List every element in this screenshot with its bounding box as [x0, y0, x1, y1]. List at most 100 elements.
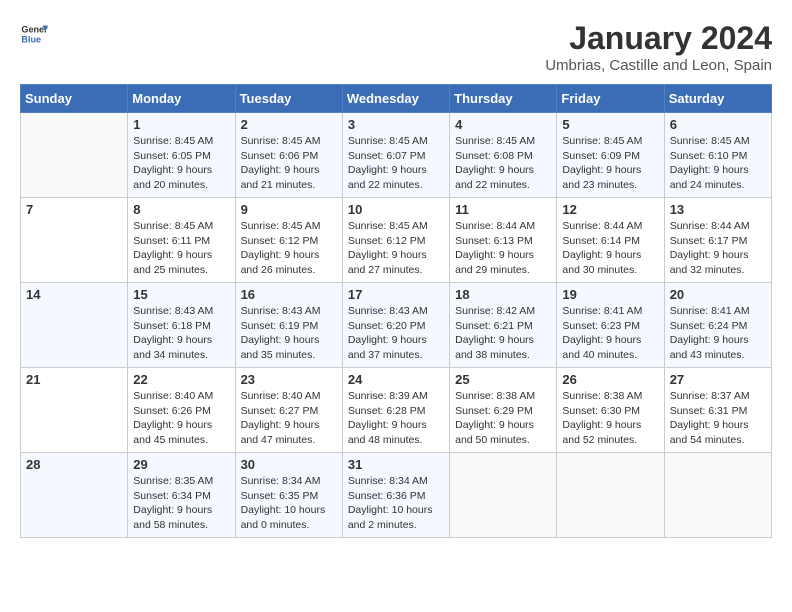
cell-content: Sunrise: 8:42 AM Sunset: 6:21 PM Dayligh… [455, 304, 551, 363]
cell-thu-week5 [450, 453, 557, 538]
col-monday: Monday [128, 85, 235, 113]
cell-fri-week5 [557, 453, 664, 538]
cell-wed-week4: 24 Sunrise: 8:39 AM Sunset: 6:28 PM Dayli… [342, 368, 449, 453]
calendar-week-2: 78 Sunrise: 8:45 AM Sunset: 6:11 PM Dayli… [21, 198, 772, 283]
cell-content: Sunrise: 8:45 AM Sunset: 6:08 PM Dayligh… [455, 134, 551, 193]
cell-mon-week5: 29Sunrise: 8:35 AM Sunset: 6:34 PM Dayli… [128, 453, 235, 538]
cell-sat-week5 [664, 453, 771, 538]
cell-content: Sunrise: 8:45 AM Sunset: 6:07 PM Dayligh… [348, 134, 444, 193]
day-number: 15 [133, 287, 229, 302]
cell-content: Sunrise: 8:45 AM Sunset: 6:06 PM Dayligh… [241, 134, 337, 193]
calendar-week-4: 21 22 Sunrise: 8:40 AM Sunset: 6:26 PM Day… [21, 368, 772, 453]
day-number: 6 [670, 117, 766, 132]
cell-sat-week2: 13 Sunrise: 8:44 AM Sunset: 6:17 PM Dayli… [664, 198, 771, 283]
cell-tue-week2: 9Sunrise: 8:45 AM Sunset: 6:12 PM Daylig… [235, 198, 342, 283]
day-number: 8 [133, 202, 229, 217]
cell-mon-week1: 1Sunrise: 8:45 AM Sunset: 6:05 PM Daylig… [128, 113, 235, 198]
cell-content: Sunrise: 8:43 AM Sunset: 6:19 PM Dayligh… [241, 304, 337, 363]
day-number: 5 [562, 117, 658, 132]
cell-fri-week1: 5 Sunrise: 8:45 AM Sunset: 6:09 PM Daylig… [557, 113, 664, 198]
page-header: General Blue January 2024 Umbrias, Casti… [20, 20, 772, 74]
day-number: 10 [348, 202, 444, 217]
day-number: 25 [455, 372, 551, 387]
cell-wed-week1: 3 Sunrise: 8:45 AM Sunset: 6:07 PM Daylig… [342, 113, 449, 198]
day-number: 22 [133, 372, 229, 387]
col-wednesday: Wednesday [342, 85, 449, 113]
location-title: Umbrias, Castille and Leon, Spain [545, 57, 772, 74]
cell-tue-week1: 2 Sunrise: 8:45 AM Sunset: 6:06 PM Daylig… [235, 113, 342, 198]
cell-content: Sunrise: 8:45 AM Sunset: 6:12 PM Dayligh… [348, 219, 444, 278]
cell-thu-week1: 4Sunrise: 8:45 AM Sunset: 6:08 PM Daylig… [450, 113, 557, 198]
day-number: 14 [26, 287, 122, 302]
day-number: 1 [133, 117, 229, 132]
header-row: Sunday Monday Tuesday Wednesday Thursday… [21, 85, 772, 113]
day-number: 31 [348, 457, 444, 472]
day-number: 24 [348, 372, 444, 387]
cell-sat-week3: 20 Sunrise: 8:41 AM Sunset: 6:24 PM Dayli… [664, 283, 771, 368]
day-number: 28 [26, 457, 122, 472]
day-number: 20 [670, 287, 766, 302]
cell-thu-week2: 11Sunrise: 8:44 AM Sunset: 6:13 PM Dayli… [450, 198, 557, 283]
day-number: 3 [348, 117, 444, 132]
cell-content: Sunrise: 8:45 AM Sunset: 6:09 PM Dayligh… [562, 134, 658, 193]
cell-fri-week3: 19 Sunrise: 8:41 AM Sunset: 6:23 PM Dayli… [557, 283, 664, 368]
cell-content: Sunrise: 8:39 AM Sunset: 6:28 PM Dayligh… [348, 389, 444, 448]
svg-text:Blue: Blue [21, 34, 41, 44]
day-number: 13 [670, 202, 766, 217]
day-number: 7 [26, 202, 122, 217]
cell-content: Sunrise: 8:38 AM Sunset: 6:30 PM Dayligh… [562, 389, 658, 448]
cell-sun-week2: 7 [21, 198, 128, 283]
cell-tue-week4: 23 Sunrise: 8:40 AM Sunset: 6:27 PM Dayli… [235, 368, 342, 453]
cell-content: Sunrise: 8:44 AM Sunset: 6:14 PM Dayligh… [562, 219, 658, 278]
cell-wed-week5: 31 Sunrise: 8:34 AM Sunset: 6:36 PM Dayli… [342, 453, 449, 538]
cell-content: Sunrise: 8:41 AM Sunset: 6:24 PM Dayligh… [670, 304, 766, 363]
cell-content: Sunrise: 8:45 AM Sunset: 6:10 PM Dayligh… [670, 134, 766, 193]
calendar-table: Sunday Monday Tuesday Wednesday Thursday… [20, 84, 772, 538]
day-number: 2 [241, 117, 337, 132]
cell-tue-week3: 16 Sunrise: 8:43 AM Sunset: 6:19 PM Dayli… [235, 283, 342, 368]
month-title: January 2024 [545, 20, 772, 57]
col-thursday: Thursday [450, 85, 557, 113]
cell-mon-week4: 22 Sunrise: 8:40 AM Sunset: 6:26 PM Dayli… [128, 368, 235, 453]
day-number: 12 [562, 202, 658, 217]
cell-content: Sunrise: 8:41 AM Sunset: 6:23 PM Dayligh… [562, 304, 658, 363]
day-number: 16 [241, 287, 337, 302]
cell-sun-week1 [21, 113, 128, 198]
day-number: 26 [562, 372, 658, 387]
cell-content: Sunrise: 8:45 AM Sunset: 6:11 PM Dayligh… [133, 219, 229, 278]
cell-content: Sunrise: 8:38 AM Sunset: 6:29 PM Dayligh… [455, 389, 551, 448]
cell-content: Sunrise: 8:40 AM Sunset: 6:26 PM Dayligh… [133, 389, 229, 448]
cell-mon-week3: 15 Sunrise: 8:43 AM Sunset: 6:18 PM Dayli… [128, 283, 235, 368]
logo-icon: General Blue [20, 20, 48, 48]
cell-sat-week1: 6 Sunrise: 8:45 AM Sunset: 6:10 PM Daylig… [664, 113, 771, 198]
day-number: 21 [26, 372, 122, 387]
cell-tue-week5: 30 Sunrise: 8:34 AM Sunset: 6:35 PM Dayli… [235, 453, 342, 538]
col-friday: Friday [557, 85, 664, 113]
cell-content: Sunrise: 8:34 AM Sunset: 6:35 PM Dayligh… [241, 474, 337, 533]
calendar-week-3: 14 15 Sunrise: 8:43 AM Sunset: 6:18 PM Day… [21, 283, 772, 368]
cell-content: Sunrise: 8:43 AM Sunset: 6:18 PM Dayligh… [133, 304, 229, 363]
cell-content: Sunrise: 8:44 AM Sunset: 6:17 PM Dayligh… [670, 219, 766, 278]
cell-content: Sunrise: 8:37 AM Sunset: 6:31 PM Dayligh… [670, 389, 766, 448]
cell-thu-week3: 18Sunrise: 8:42 AM Sunset: 6:21 PM Dayli… [450, 283, 557, 368]
cell-content: Sunrise: 8:34 AM Sunset: 6:36 PM Dayligh… [348, 474, 444, 533]
cell-sun-week5: 28 [21, 453, 128, 538]
cell-mon-week2: 8 Sunrise: 8:45 AM Sunset: 6:11 PM Daylig… [128, 198, 235, 283]
cell-sun-week4: 21 [21, 368, 128, 453]
logo: General Blue [20, 20, 48, 48]
day-number: 23 [241, 372, 337, 387]
day-number: 11 [455, 202, 551, 217]
cell-content: Sunrise: 8:43 AM Sunset: 6:20 PM Dayligh… [348, 304, 444, 363]
cell-content: Sunrise: 8:40 AM Sunset: 6:27 PM Dayligh… [241, 389, 337, 448]
title-block: January 2024 Umbrias, Castille and Leon,… [545, 20, 772, 74]
cell-sat-week4: 27 Sunrise: 8:37 AM Sunset: 6:31 PM Dayli… [664, 368, 771, 453]
cell-wed-week2: 10 Sunrise: 8:45 AM Sunset: 6:12 PM Dayli… [342, 198, 449, 283]
cell-fri-week4: 26 Sunrise: 8:38 AM Sunset: 6:30 PM Dayli… [557, 368, 664, 453]
day-number: 30 [241, 457, 337, 472]
day-number: 27 [670, 372, 766, 387]
calendar-week-1: 1Sunrise: 8:45 AM Sunset: 6:05 PM Daylig… [21, 113, 772, 198]
cell-content: Sunrise: 8:35 AM Sunset: 6:34 PM Dayligh… [133, 474, 229, 533]
col-saturday: Saturday [664, 85, 771, 113]
day-number: 19 [562, 287, 658, 302]
calendar-week-5: 28 29Sunrise: 8:35 AM Sunset: 6:34 PM Day… [21, 453, 772, 538]
